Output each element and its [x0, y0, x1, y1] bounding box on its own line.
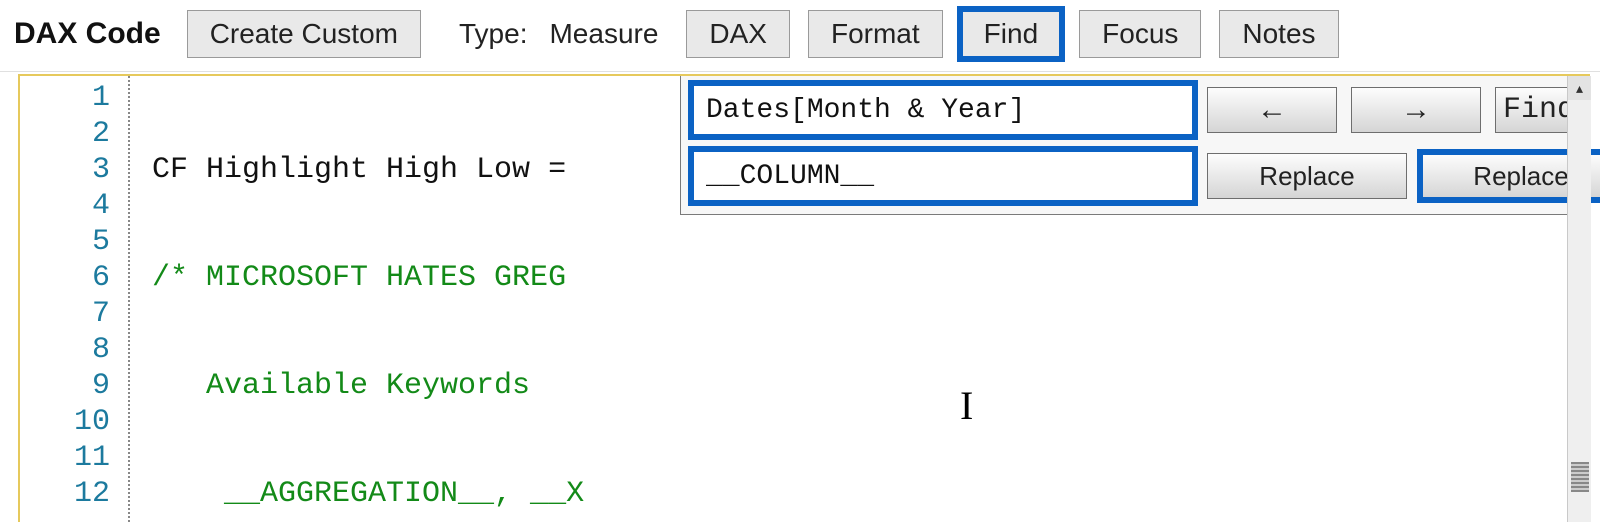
replace-input[interactable] — [693, 151, 1193, 201]
toolbar: DAX Code Create Custom Type: Measure DAX… — [0, 0, 1600, 72]
code-comment: /* MICROSOFT HATES GREG — [152, 261, 566, 295]
code-comment: __AGGREGATION__, __X — [152, 477, 584, 511]
close-find-button[interactable]: ✕ — [1595, 90, 1600, 130]
line-number: 1 — [20, 80, 110, 116]
focus-button[interactable]: Focus — [1079, 10, 1201, 58]
line-number-gutter: 1 2 3 4 5 6 7 8 9 10 11 12 — [20, 76, 130, 522]
format-button[interactable]: Format — [808, 10, 943, 58]
scroll-grip-icon[interactable] — [1571, 462, 1589, 492]
find-input[interactable] — [693, 85, 1193, 135]
line-number: 9 — [20, 368, 110, 404]
find-actions-row: ← → Find ✕ — [1207, 87, 1600, 133]
line-number: 10 — [20, 404, 110, 440]
line-number: 4 — [20, 188, 110, 224]
code-area[interactable]: CF Highlight High Low = /* MICROSOFT HAT… — [130, 76, 1588, 522]
dax-button[interactable]: DAX — [686, 10, 790, 58]
notes-button[interactable]: Notes — [1219, 10, 1338, 58]
code-comment: Available Keywords — [152, 369, 530, 403]
app-title: DAX Code — [14, 17, 161, 51]
find-replace-panel: ← → Find ✕ Replace Replace — [680, 76, 1588, 215]
code-text: CF Highlight High Low = — [152, 153, 584, 187]
line-number: 3 — [20, 152, 110, 188]
replace-actions-row: Replace Replace — [1207, 153, 1600, 199]
line-number: 2 — [20, 116, 110, 152]
vertical-scrollbar[interactable]: ▴ — [1567, 76, 1591, 522]
replace-button[interactable]: Replace — [1207, 153, 1407, 199]
type-label: Type: — [439, 18, 531, 50]
find-next-button[interactable]: → — [1351, 87, 1481, 133]
line-number: 12 — [20, 476, 110, 512]
find-prev-button[interactable]: ← — [1207, 87, 1337, 133]
find-button[interactable]: Find — [961, 10, 1061, 58]
line-number: 5 — [20, 224, 110, 260]
scroll-up-icon[interactable]: ▴ — [1568, 76, 1591, 100]
type-value: Measure — [549, 18, 668, 50]
line-number: 11 — [20, 440, 110, 476]
create-custom-button[interactable]: Create Custom — [187, 10, 421, 58]
line-number: 6 — [20, 260, 110, 296]
line-number: 7 — [20, 296, 110, 332]
code-editor[interactable]: 1 2 3 4 5 6 7 8 9 10 11 12 CF Highlight … — [18, 74, 1590, 522]
line-number: 8 — [20, 332, 110, 368]
